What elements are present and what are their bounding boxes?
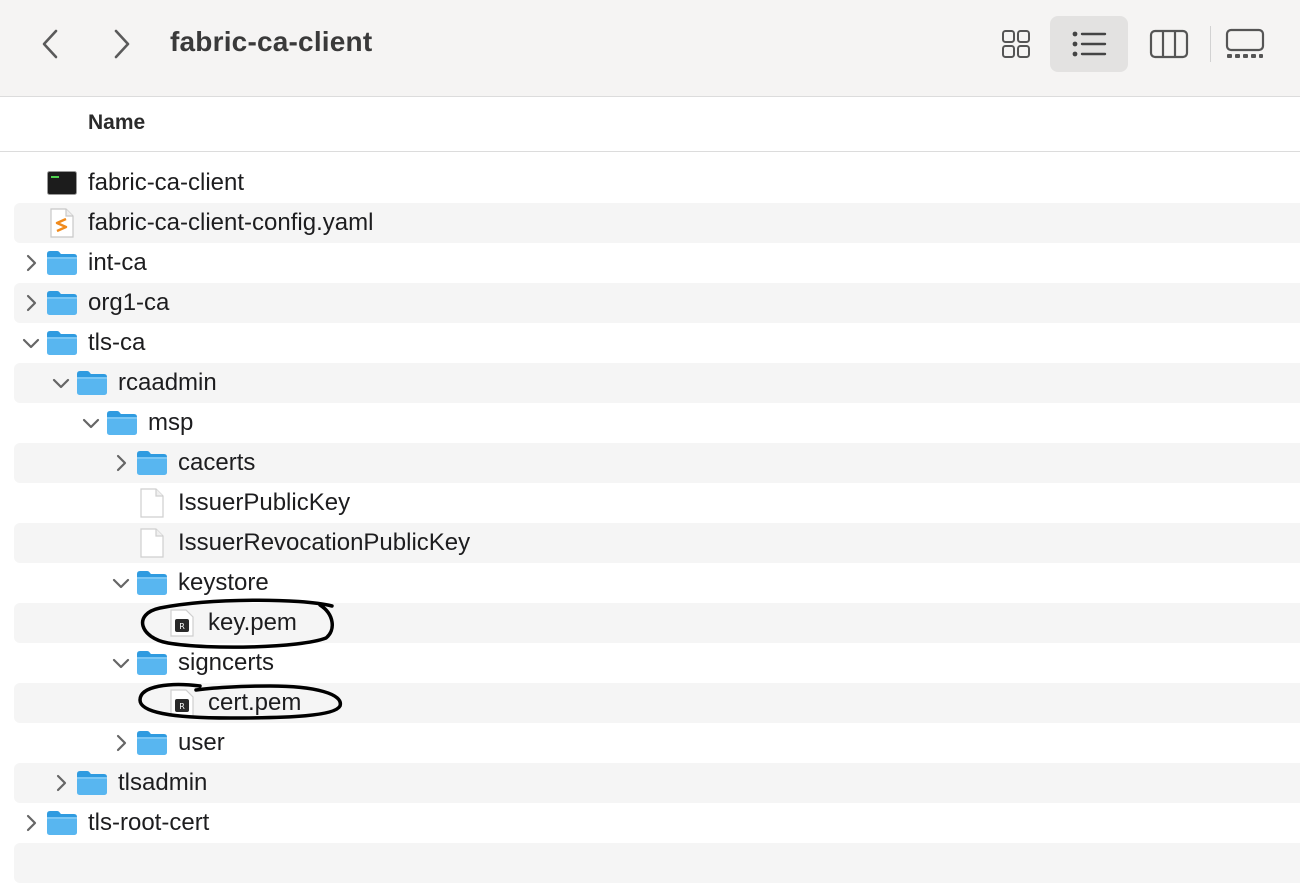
chevron-right-icon[interactable]: [110, 732, 132, 754]
folder-icon: [136, 569, 168, 597]
chevron-right-icon: [114, 29, 130, 59]
certificate-file-icon: R: [166, 609, 198, 637]
chevron-right-icon[interactable]: [20, 252, 42, 274]
list-view-button[interactable]: [1050, 16, 1128, 72]
terminal-executable-icon: [46, 169, 78, 197]
columns-view-icon: [1149, 29, 1189, 59]
svg-text:R: R: [179, 622, 185, 631]
file-name-label: keystore: [178, 569, 269, 596]
chevron-right-icon[interactable]: [110, 452, 132, 474]
chevron-down-icon[interactable]: [20, 332, 42, 354]
chevron-right-icon[interactable]: [50, 772, 72, 794]
yaml-file-icon: [46, 208, 78, 238]
file-name-label: IssuerRevocationPublicKey: [178, 529, 471, 556]
gallery-view-button[interactable]: [1218, 16, 1272, 72]
folder-icon: [136, 449, 168, 477]
name-column-header[interactable]: Name: [88, 111, 145, 135]
gallery-view-icon: [1225, 28, 1265, 58]
file-row[interactable]: tls-ca: [0, 323, 1300, 363]
file-name-label: IssuerPublicKey: [178, 489, 351, 516]
chevron-down-icon[interactable]: [110, 652, 132, 674]
list-view-icon: [1072, 31, 1107, 57]
file-name-label: tls-root-cert: [88, 809, 210, 836]
file-row[interactable]: fabric-ca-client-config.yaml: [0, 203, 1300, 243]
file-name-label: int-ca: [88, 249, 147, 276]
columns-view-button[interactable]: [1142, 16, 1196, 72]
file-row[interactable]: IssuerPublicKey: [0, 483, 1300, 523]
folder-icon: [76, 769, 108, 797]
file-row[interactable]: tlsadmin: [0, 763, 1300, 803]
chevron-down-icon[interactable]: [50, 372, 72, 394]
file-name-label: fabric-ca-client: [88, 169, 245, 196]
list-header: Name: [0, 97, 1300, 152]
svg-text:R: R: [179, 702, 185, 711]
file-name-label: fabric-ca-client-config.yaml: [88, 209, 374, 236]
file-row[interactable]: org1-ca: [0, 283, 1300, 323]
certificate-file-icon: R: [166, 689, 198, 717]
folder-icon: [76, 369, 108, 397]
file-row[interactable]: Rkey.pem: [0, 603, 1300, 643]
file-name-label: org1-ca: [88, 289, 170, 316]
toolbar-divider: [1210, 26, 1211, 62]
folder-icon: [46, 289, 78, 317]
file-row[interactable]: signcerts: [0, 643, 1300, 683]
finder-toolbar: fabric-ca-client: [0, 0, 1300, 97]
file-name-label: tls-ca: [88, 329, 146, 356]
folder-icon: [46, 249, 78, 277]
file-name-label: cacerts: [178, 449, 256, 476]
file-list: fabric-ca-client fabric-ca-client-config.…: [0, 163, 1300, 883]
forward-button[interactable]: [104, 24, 140, 64]
file-row[interactable]: rcaadmin: [0, 363, 1300, 403]
folder-icon: [46, 329, 78, 357]
file-name-label: user: [178, 729, 225, 756]
document-icon: [136, 528, 168, 558]
file-name-label: rcaadmin: [118, 369, 217, 396]
file-name-label: signcerts: [178, 649, 275, 676]
empty-row: [0, 843, 1300, 883]
file-row[interactable]: Rcert.pem: [0, 683, 1300, 723]
file-row[interactable]: user: [0, 723, 1300, 763]
folder-icon: [106, 409, 138, 437]
folder-icon: [136, 649, 168, 677]
file-row[interactable]: tls-root-cert: [0, 803, 1300, 843]
back-button[interactable]: [32, 24, 68, 64]
chevron-right-icon[interactable]: [20, 292, 42, 314]
file-row[interactable]: cacerts: [0, 443, 1300, 483]
file-name-label: cert.pem: [208, 689, 302, 716]
file-row[interactable]: fabric-ca-client: [0, 163, 1300, 203]
file-name-label: tlsadmin: [118, 769, 208, 796]
folder-icon: [136, 729, 168, 757]
chevron-down-icon[interactable]: [80, 412, 102, 434]
window-title: fabric-ca-client: [170, 26, 373, 57]
file-row[interactable]: msp: [0, 403, 1300, 443]
chevron-right-icon[interactable]: [20, 812, 42, 834]
file-name-label: msp: [148, 409, 194, 436]
folder-icon: [46, 809, 78, 837]
file-name-label: key.pem: [208, 609, 297, 636]
file-row[interactable]: int-ca: [0, 243, 1300, 283]
icons-view-button[interactable]: [994, 16, 1038, 72]
document-icon: [136, 488, 168, 518]
file-row[interactable]: keystore: [0, 563, 1300, 603]
chevron-left-icon: [42, 29, 58, 59]
file-row[interactable]: IssuerRevocationPublicKey: [0, 523, 1300, 563]
chevron-down-icon[interactable]: [110, 572, 132, 594]
icons-view-icon: [1002, 30, 1030, 58]
